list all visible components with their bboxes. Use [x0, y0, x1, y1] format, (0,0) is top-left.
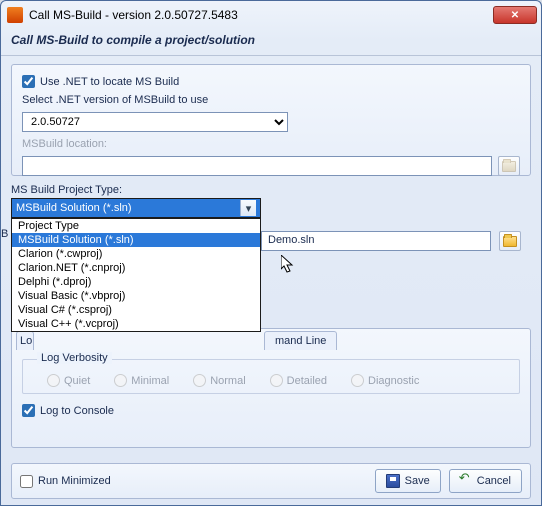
tab-command-line[interactable]: mand Line: [264, 331, 337, 350]
log-to-console-checkbox[interactable]: [22, 404, 35, 417]
radio-minimal: Minimal: [114, 374, 169, 387]
chevron-down-icon: ▾: [240, 200, 256, 216]
project-type-select[interactable]: MSBuild Solution (*.sln) ▾: [11, 198, 261, 218]
use-dotnet-label: Use .NET to locate MS Build: [40, 76, 179, 88]
folder-icon: [503, 236, 517, 247]
window-frame: Call MS-Build - version 2.0.50727.5483 ✕…: [0, 0, 542, 506]
dropdown-item[interactable]: Delphi (*.dproj): [12, 275, 260, 289]
window-title: Call MS-Build - version 2.0.50727.5483: [29, 8, 493, 22]
window-subtitle: Call MS-Build to compile a project/solut…: [1, 29, 541, 56]
location-browse-button[interactable]: [498, 156, 520, 176]
radio-quiet: Quiet: [47, 374, 90, 387]
run-minimized-label: Run Minimized: [38, 475, 111, 487]
solution-browse-button[interactable]: [499, 231, 521, 251]
use-dotnet-checkbox[interactable]: [22, 75, 35, 88]
dropdown-item[interactable]: Visual Basic (*.vbproj): [12, 289, 260, 303]
run-minimized-checkbox[interactable]: [20, 475, 33, 488]
log-to-console-label: Log to Console: [40, 405, 114, 417]
project-type-label: MS Build Project Type:: [11, 184, 122, 196]
radio-diagnostic: Diagnostic: [351, 374, 419, 387]
version-label: Select .NET version of MSBuild to use: [22, 94, 208, 106]
project-type-dropdown[interactable]: Project Type MSBuild Solution (*.sln) Cl…: [11, 218, 261, 332]
tab-logging[interactable]: Lo: [16, 331, 34, 350]
close-button[interactable]: ✕: [493, 6, 537, 24]
version-select[interactable]: 2.0.50727: [22, 112, 288, 132]
location-input: [22, 156, 492, 176]
dropdown-item[interactable]: Project Type: [12, 219, 260, 233]
dropdown-item[interactable]: Clarion (*.cwproj): [12, 247, 260, 261]
radio-normal: Normal: [193, 374, 245, 387]
dropdown-item[interactable]: Clarion.NET (*.cnproj): [12, 261, 260, 275]
close-icon: ✕: [511, 10, 519, 21]
solution-file-input[interactable]: Demo.sln: [261, 231, 491, 251]
app-icon: [7, 7, 23, 23]
log-verbosity-legend: Log Verbosity: [37, 352, 112, 364]
save-icon: [386, 474, 400, 488]
titlebar[interactable]: Call MS-Build - version 2.0.50727.5483 ✕: [1, 1, 541, 29]
build-label-fragment: B: [1, 228, 8, 240]
undo-icon: [460, 474, 472, 488]
save-button[interactable]: Save: [375, 469, 441, 493]
radio-detailed: Detailed: [270, 374, 327, 387]
dropdown-item[interactable]: MSBuild Solution (*.sln): [12, 233, 260, 247]
dropdown-item[interactable]: Visual C++ (*.vcproj): [12, 317, 260, 331]
dropdown-item[interactable]: Visual C# (*.csproj): [12, 303, 260, 317]
location-label: MSBuild location:: [22, 138, 107, 150]
folder-icon: [502, 161, 516, 172]
bottom-bar: Run Minimized Save Cancel: [11, 463, 531, 499]
cancel-button[interactable]: Cancel: [449, 469, 522, 493]
